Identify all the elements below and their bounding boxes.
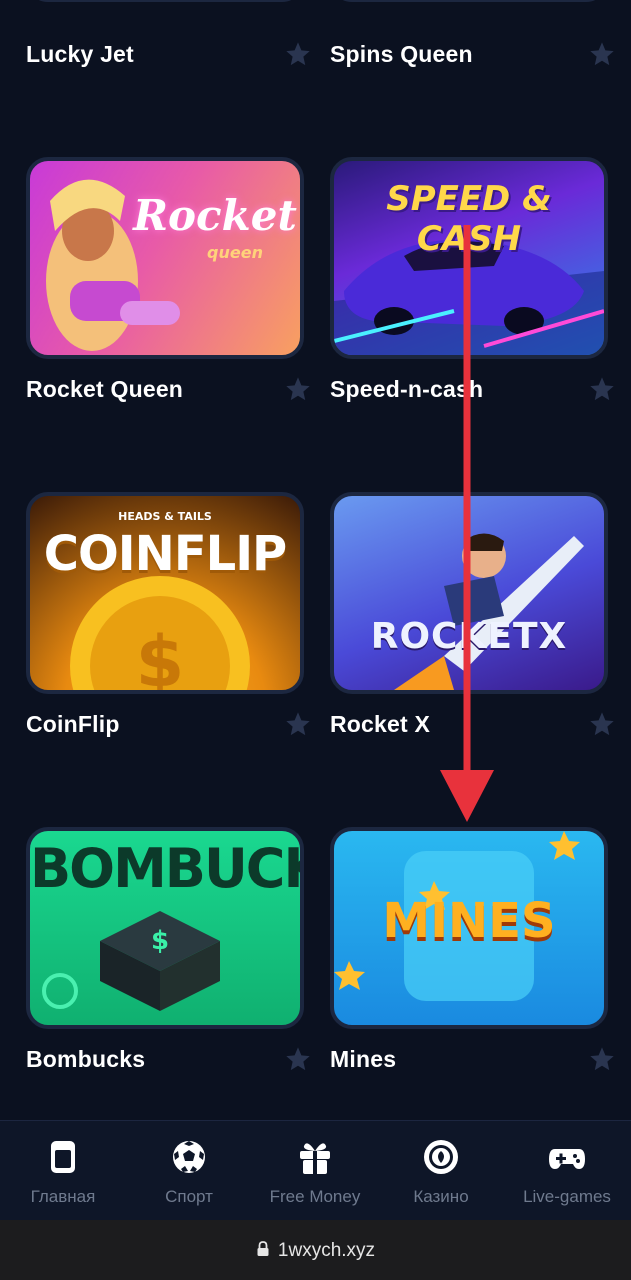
game-card-mines[interactable]: MINES Mines (330, 827, 614, 1077)
game-card-coinflip[interactable]: $ HEADS & TAILS COINFLIP CoinFlip (26, 492, 310, 742)
favorite-star-icon[interactable] (284, 710, 312, 738)
game-card-spins-queen[interactable]: Spins Queen (330, 0, 614, 80)
nav-label: Спорт (165, 1187, 213, 1206)
game-card-rocket-queen[interactable]: Rocket queen Rocket Queen (26, 157, 310, 407)
gift-icon (300, 1143, 330, 1174)
nav-label: Free Money (269, 1187, 361, 1206)
nav-item-live-games[interactable]: Live-games (504, 1137, 630, 1207)
games-grid: Lucky Jet Spins Queen Rocket queen Rocke… (0, 0, 631, 1120)
game-thumbnail[interactable] (26, 0, 304, 2)
favorite-star-icon[interactable] (588, 375, 616, 403)
game-art-logo: MINES (382, 893, 556, 949)
game-title[interactable]: Speed-n-cash (330, 376, 483, 403)
game-art-subtitle: HEADS & TAILS (118, 510, 212, 523)
favorite-star-icon[interactable] (284, 40, 312, 68)
game-thumbnail[interactable]: SPEED & CASH (330, 157, 608, 359)
game-thumbnail[interactable]: MINES (330, 827, 608, 1029)
game-thumbnail[interactable]: BOMBUCKS $ (26, 827, 304, 1029)
game-art-logo: Rocket (133, 191, 297, 240)
home-icon (51, 1141, 75, 1173)
lock-icon (257, 1241, 269, 1256)
nav-label: Казино (413, 1187, 469, 1206)
gamepad-icon (549, 1149, 585, 1169)
favorite-star-icon[interactable] (588, 1045, 616, 1073)
nav-label: Главная (30, 1187, 96, 1206)
game-thumbnail[interactable]: Rocket queen (26, 157, 304, 359)
game-title[interactable]: Rocket Queen (26, 376, 183, 403)
game-art-logo: ROCKETX (370, 616, 568, 657)
game-card-rocket-x[interactable]: ROCKETX Rocket X (330, 492, 614, 742)
game-thumbnail[interactable]: $ HEADS & TAILS COINFLIP (26, 492, 304, 694)
game-title[interactable]: Spins Queen (330, 41, 473, 68)
game-art-subtitle: queen (207, 243, 263, 262)
nav-label: Live-games (523, 1187, 611, 1206)
casino-chip-icon (424, 1140, 458, 1174)
nav-item-free-money[interactable]: Free Money (252, 1137, 378, 1207)
game-card-bombucks[interactable]: BOMBUCKS $ Bombucks (26, 827, 310, 1077)
game-card-lucky-jet[interactable]: Lucky Jet (26, 0, 310, 80)
bomb-box-illustration: $ (42, 911, 220, 1011)
svg-text:$: $ (151, 926, 169, 956)
game-thumbnail[interactable]: ROCKETX (330, 492, 608, 694)
url-text: 1wxych.xyz (277, 1240, 376, 1261)
game-title[interactable]: Bombucks (26, 1046, 145, 1073)
nav-item-home[interactable]: Главная (0, 1137, 126, 1207)
nav-item-casino[interactable]: Казино (378, 1137, 504, 1207)
game-title[interactable]: CoinFlip (26, 711, 120, 738)
game-title[interactable]: Rocket X (330, 711, 430, 738)
favorite-star-icon[interactable] (588, 40, 616, 68)
game-art-logo: COINFLIP (43, 526, 287, 582)
svg-text:$: $ (136, 621, 185, 690)
favorite-star-icon[interactable] (588, 710, 616, 738)
bottom-nav: Главная Спорт Free Money Казино Live-gam… (0, 1120, 631, 1220)
rocket-illustration (394, 533, 584, 690)
game-title[interactable]: Mines (330, 1046, 396, 1073)
soccer-ball-icon (173, 1141, 205, 1173)
favorite-star-icon[interactable] (284, 375, 312, 403)
game-thumbnail[interactable] (330, 0, 608, 2)
game-title[interactable]: Lucky Jet (26, 41, 134, 68)
browser-url-bar[interactable]: 1wxych.xyz (0, 1220, 631, 1280)
nav-item-sport[interactable]: Спорт (126, 1137, 252, 1207)
game-card-speed-n-cash[interactable]: SPEED & CASH Speed-n-cash (330, 157, 614, 407)
favorite-star-icon[interactable] (284, 1045, 312, 1073)
game-art-logo: SPEED & CASH (386, 179, 552, 259)
url-display[interactable]: 1wxych.xyz (0, 1240, 631, 1262)
